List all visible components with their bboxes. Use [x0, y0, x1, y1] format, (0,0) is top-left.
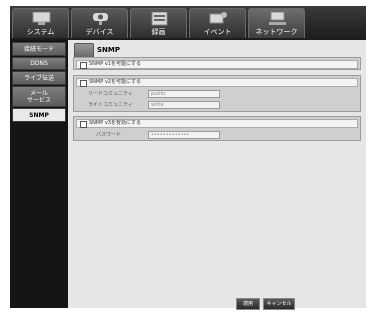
monitor-icon — [32, 12, 51, 25]
tab-recording[interactable]: 録画 — [130, 8, 187, 38]
main-tab-bar: システム デバイス 録画 イベント ネットワーク — [10, 6, 366, 40]
sidebar-item-mail-service[interactable]: メール サービス — [12, 86, 66, 107]
snmp-v2-label: SNMP v2を可能にする — [89, 79, 142, 85]
snmp-v3-label: SNMP v3を有効にする — [89, 120, 142, 126]
snmp-panel: SNMP SNMP v1を可能にする SNMP v2を可能にする リードコミュニ… — [68, 40, 366, 310]
password-field[interactable]: ••••••••••••• — [148, 131, 220, 139]
snmp-v1-checkbox[interactable] — [80, 62, 87, 69]
tab-label: 録画 — [151, 28, 166, 36]
snmp-v2-section: SNMP v2を可能にする リードコミュニティ public ライトコミュニティ… — [73, 75, 361, 112]
snmp-v1-header: SNMP v1を可能にする — [76, 60, 358, 69]
snmp-v3-section: SNMP v3を有効にする パスワード ••••••••••••• — [73, 116, 361, 141]
page-title: SNMP — [97, 46, 120, 54]
settings-window: システム デバイス 録画 イベント ネットワーク 接続モード DDNS ライブ伝… — [10, 6, 366, 310]
sidebar-item-snmp[interactable]: SNMP — [12, 108, 66, 122]
tab-label: デバイス — [85, 28, 114, 36]
snmp-v2-checkbox[interactable] — [80, 80, 87, 87]
snmp-v3-checkbox[interactable] — [80, 121, 87, 128]
sidebar-item-live-stream[interactable]: ライブ伝送 — [12, 71, 66, 85]
tab-device[interactable]: デバイス — [71, 8, 128, 38]
write-community-label: ライトコミュニティ — [88, 102, 133, 108]
password-label: パスワード — [96, 132, 122, 138]
tab-system[interactable]: システム — [12, 8, 69, 38]
tab-label: ネットワーク — [255, 28, 298, 36]
sidebar-item-connection-mode[interactable]: 接続モード — [12, 42, 66, 56]
apply-button[interactable]: 適用 — [236, 298, 260, 310]
sidebar: 接続モード DDNS ライブ伝送 メール サービス SNMP — [10, 40, 68, 308]
write-community-field[interactable]: write — [148, 101, 220, 109]
tab-label: システム — [26, 28, 55, 36]
read-community-field[interactable]: public — [148, 90, 220, 98]
sidebar-item-ddns[interactable]: DDNS — [12, 57, 66, 70]
read-community-label: リードコミュニティ — [88, 91, 133, 97]
camera-icon — [93, 13, 108, 25]
recording-icon — [151, 12, 168, 26]
tab-event[interactable]: イベント — [189, 8, 246, 38]
snmp-v1-section: SNMP v1を可能にする — [73, 57, 361, 70]
tab-label: イベント — [203, 28, 232, 36]
event-icon — [209, 12, 227, 24]
network-icon — [269, 12, 286, 25]
snmp-v2-header: SNMP v2を可能にする — [76, 78, 358, 87]
snmp-v1-label: SNMP v1を可能にする — [89, 61, 142, 67]
tab-network[interactable]: ネットワーク — [248, 8, 305, 38]
cancel-button[interactable]: キャンセル — [263, 298, 295, 310]
snmp-v3-header: SNMP v3を有効にする — [76, 119, 358, 128]
